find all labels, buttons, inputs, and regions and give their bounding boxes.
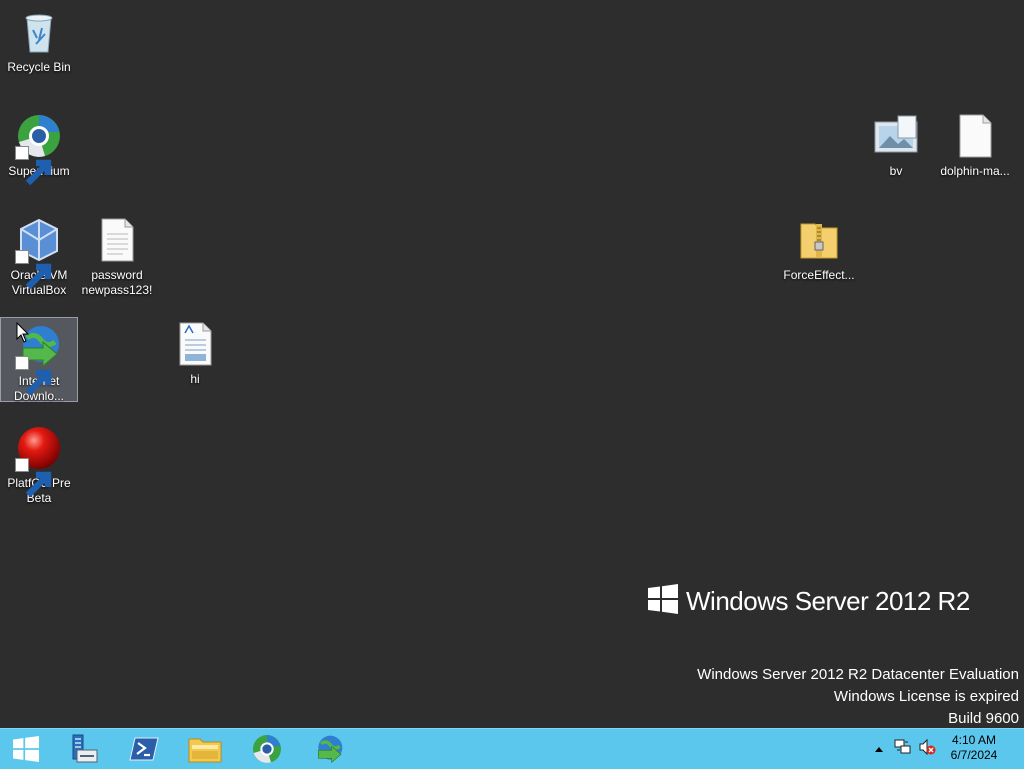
desktop-icon-recycle-bin[interactable]: Recycle Bin <box>0 4 78 78</box>
powershell-icon <box>129 737 159 761</box>
desktop-icon-dolphin[interactable]: dolphin-ma... <box>936 108 1014 182</box>
taskbar: 4:10 AM 6/7/2024 <box>0 728 1024 769</box>
recycle-bin-label: Recycle Bin <box>7 60 71 74</box>
hi-doc-label: hi <box>190 372 200 386</box>
supermium-icon <box>253 735 281 763</box>
folder-icon <box>188 738 222 763</box>
edition-text: Windows Server 2012 R2 Datacenter Evalua… <box>697 666 1019 683</box>
text-file-icon <box>93 216 141 264</box>
blank-file-icon <box>951 112 999 160</box>
server-manager-icon <box>72 734 98 763</box>
desktop-icon-hi-doc[interactable]: hi <box>156 316 234 390</box>
license-watermark: Windows Server 2012 R2 Datacenter Evalua… <box>697 664 1019 730</box>
show-hidden-icons-icon[interactable] <box>874 740 888 758</box>
platfos-red-ball-icon <box>15 424 63 498</box>
windows-server-logo: Windows Server 2012 R2 <box>648 584 970 619</box>
clock-time: 4:10 AM <box>951 733 997 747</box>
taskbar-server-manager[interactable] <box>58 732 106 766</box>
password-file-label-2: newpass123! <box>81 283 153 297</box>
supermium-icon <box>15 112 63 186</box>
start-button[interactable] <box>2 732 50 766</box>
windows-logo-icon <box>648 584 678 619</box>
recycle-bin-icon <box>15 8 63 56</box>
desktop-icon-internet-download[interactable]: Internet Downlo... <box>0 317 78 403</box>
network-icon[interactable] <box>894 738 916 761</box>
forceeffect-label: ForceEffect... <box>783 268 855 282</box>
volume-muted-icon[interactable] <box>918 738 938 761</box>
system-tray <box>874 729 938 769</box>
desktop-icon-platfos[interactable]: PlatfOS Pre Beta <box>0 420 78 510</box>
document-icon <box>171 320 219 368</box>
windows-start-icon <box>13 736 39 762</box>
image-file-icon <box>872 112 920 160</box>
license-status-text: Windows License is expired <box>833 688 1019 705</box>
shortcut-arrow-icon <box>15 250 52 290</box>
zip-folder-icon <box>795 216 843 264</box>
clock-date: 6/7/2024 <box>950 748 998 762</box>
taskbar-internet-download-manager[interactable] <box>305 732 353 766</box>
desktop-icon-password-file[interactable]: password newpass123! <box>78 212 156 302</box>
shortcut-arrow-icon <box>15 356 52 396</box>
product-name: Windows Server 2012 R2 <box>686 586 970 616</box>
desktop-icon-forceeffect[interactable]: ForceEffect... <box>780 212 858 286</box>
internet-download-manager-icon <box>318 735 343 764</box>
taskbar-supermium[interactable] <box>243 732 291 766</box>
desktop-icon-bv[interactable]: bv <box>857 108 935 182</box>
desktop-icon-supermium[interactable]: Supermium <box>0 108 78 186</box>
dolphin-label: dolphin-ma... <box>940 164 1010 178</box>
taskbar-powershell[interactable] <box>120 732 168 766</box>
virtualbox-icon <box>15 216 63 290</box>
password-file-label-1: password <box>91 268 143 282</box>
build-text: Build 9600 <box>948 710 1019 727</box>
bv-label: bv <box>889 164 903 178</box>
desktop-icon-virtualbox[interactable]: Oracle VM VirtualBox <box>0 212 78 302</box>
taskbar-file-explorer[interactable] <box>181 732 229 766</box>
shortcut-arrow-icon <box>15 458 52 498</box>
taskbar-clock[interactable]: 4:10 AM 6/7/2024 <box>944 733 1004 763</box>
mouse-cursor-icon <box>16 321 30 349</box>
shortcut-arrow-icon <box>15 146 52 186</box>
